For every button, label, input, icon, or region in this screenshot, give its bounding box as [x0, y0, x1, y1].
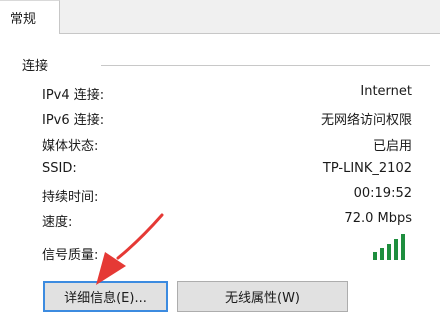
wireless-properties-button-label: 无线属性(W): [225, 291, 300, 306]
signal-bar-4: [394, 239, 398, 260]
details-button-label: 详细信息(E)...: [64, 291, 147, 306]
details-button[interactable]: 详细信息(E)...: [43, 281, 168, 312]
signal-bars-icon: [373, 234, 405, 260]
general-panel: 连接 IPv4 连接: Internet IPv6 连接: 无网络访问权限 媒体…: [0, 34, 440, 320]
ipv4-connectivity-label: IPv4 连接:: [42, 88, 105, 103]
signal-bar-5: [401, 234, 405, 260]
tab-general-label: 常规: [10, 12, 37, 27]
signal-quality-label: 信号质量:: [42, 248, 99, 263]
media-state-value: 已启用: [372, 139, 412, 154]
ipv4-connectivity-value: Internet: [360, 84, 412, 99]
duration-label: 持续时间:: [42, 190, 99, 205]
duration-value: 00:19:52: [353, 186, 412, 201]
ssid-value: TP-LINK_2102: [322, 161, 412, 176]
tab-general[interactable]: 常规: [0, 0, 60, 34]
ipv6-connectivity-value: 无网络访问权限: [320, 113, 412, 128]
signal-bar-2: [380, 248, 384, 260]
signal-bar-1: [373, 252, 377, 260]
ssid-label: SSID:: [42, 161, 77, 176]
connection-group-rule: [101, 65, 430, 66]
media-state-label: 媒体状态:: [42, 139, 99, 154]
speed-value: 72.0 Mbps: [344, 211, 412, 226]
tab-strip: 常规: [0, 0, 440, 34]
signal-bar-3: [387, 244, 391, 260]
speed-label: 速度:: [42, 215, 73, 230]
connection-group-title: 连接: [22, 59, 49, 74]
wireless-properties-button[interactable]: 无线属性(W): [177, 281, 348, 312]
ipv6-connectivity-label: IPv6 连接:: [42, 113, 105, 128]
